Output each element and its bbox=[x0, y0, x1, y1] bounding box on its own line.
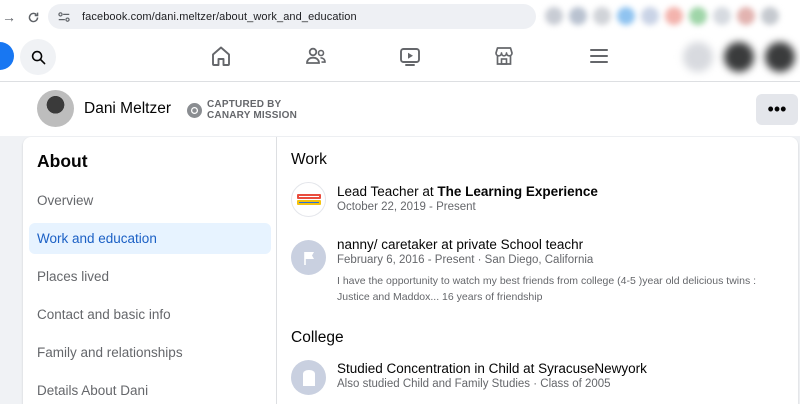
about-menu-contact-info[interactable]: Contact and basic info bbox=[29, 299, 271, 330]
work-entry-1-title[interactable]: Lead Teacher at The Learning Experience bbox=[337, 184, 598, 199]
work-entry-1-dates: October 22, 2019 - Present bbox=[337, 201, 476, 213]
menu-icon[interactable] bbox=[586, 43, 612, 69]
work-entry-1-org[interactable]: The Learning Experience bbox=[437, 184, 598, 199]
about-divider bbox=[276, 137, 277, 404]
home-icon[interactable] bbox=[208, 43, 234, 69]
college-section-title: College bbox=[291, 329, 344, 346]
school-placeholder-icon bbox=[291, 360, 326, 395]
work-entry-2-title[interactable]: nanny/ caretaker at private School teach… bbox=[337, 237, 583, 252]
captured-line-2: CANARY MISSION bbox=[207, 110, 298, 121]
site-settings-icon[interactable] bbox=[56, 9, 72, 25]
captured-line-1: CAPTURED BY bbox=[207, 99, 282, 110]
flag-placeholder-icon bbox=[291, 240, 326, 275]
browser-toolbar: → facebook.com/dani.meltzer/about_work_a… bbox=[0, 0, 800, 34]
about-menu-work-and-education[interactable]: Work and education bbox=[29, 223, 271, 254]
about-menu-places-lived[interactable]: Places lived bbox=[29, 261, 271, 292]
about-menu-overview[interactable]: Overview bbox=[29, 185, 271, 216]
url-text: facebook.com/dani.meltzer/about_work_and… bbox=[82, 10, 357, 23]
college-entry-title[interactable]: Studied Concentration in Child at Syracu… bbox=[337, 361, 647, 376]
friends-icon[interactable] bbox=[303, 43, 329, 69]
profile-name[interactable]: Dani Meltzer bbox=[84, 100, 171, 118]
back-arrow-icon[interactable]: → bbox=[2, 10, 16, 24]
captured-label: CAPTURED BY CANARY MISSION bbox=[207, 99, 297, 121]
watch-video-icon[interactable] bbox=[397, 43, 423, 69]
browser-extensions bbox=[545, 7, 779, 25]
about-title: About bbox=[37, 151, 88, 171]
about-menu-family[interactable]: Family and relationships bbox=[29, 337, 271, 368]
facebook-top-nav bbox=[0, 34, 800, 82]
apps-button[interactable] bbox=[683, 42, 713, 72]
profile-avatar[interactable] bbox=[37, 90, 74, 127]
messenger-button[interactable] bbox=[724, 42, 754, 72]
work-entry-1-role: Lead Teacher at bbox=[337, 184, 438, 199]
captured-badge: CAPTURED BY CANARY MISSION bbox=[187, 99, 297, 121]
learning-experience-logo-icon[interactable] bbox=[291, 182, 326, 217]
college-entry-sub: Also studied Child and Family Studies · … bbox=[337, 378, 611, 390]
search-icon bbox=[31, 50, 45, 64]
notifications-button[interactable] bbox=[765, 42, 795, 72]
work-entry-2-description: I have the opportunity to watch my best … bbox=[337, 275, 757, 303]
marketplace-icon[interactable] bbox=[491, 43, 517, 69]
work-entry-2-dates: February 6, 2016 - Present · San Diego, … bbox=[337, 254, 594, 266]
more-options-button[interactable]: ••• bbox=[756, 94, 798, 125]
reload-icon[interactable] bbox=[26, 10, 40, 24]
facebook-logo-icon[interactable] bbox=[0, 42, 14, 70]
about-menu-details[interactable]: Details About Dani bbox=[29, 375, 271, 404]
search-button[interactable] bbox=[20, 39, 56, 75]
profile-header: Dani Meltzer bbox=[0, 82, 800, 136]
work-section-title: Work bbox=[291, 151, 327, 168]
canary-mission-icon bbox=[187, 102, 202, 118]
address-bar[interactable]: facebook.com/dani.meltzer/about_work_and… bbox=[48, 4, 536, 29]
